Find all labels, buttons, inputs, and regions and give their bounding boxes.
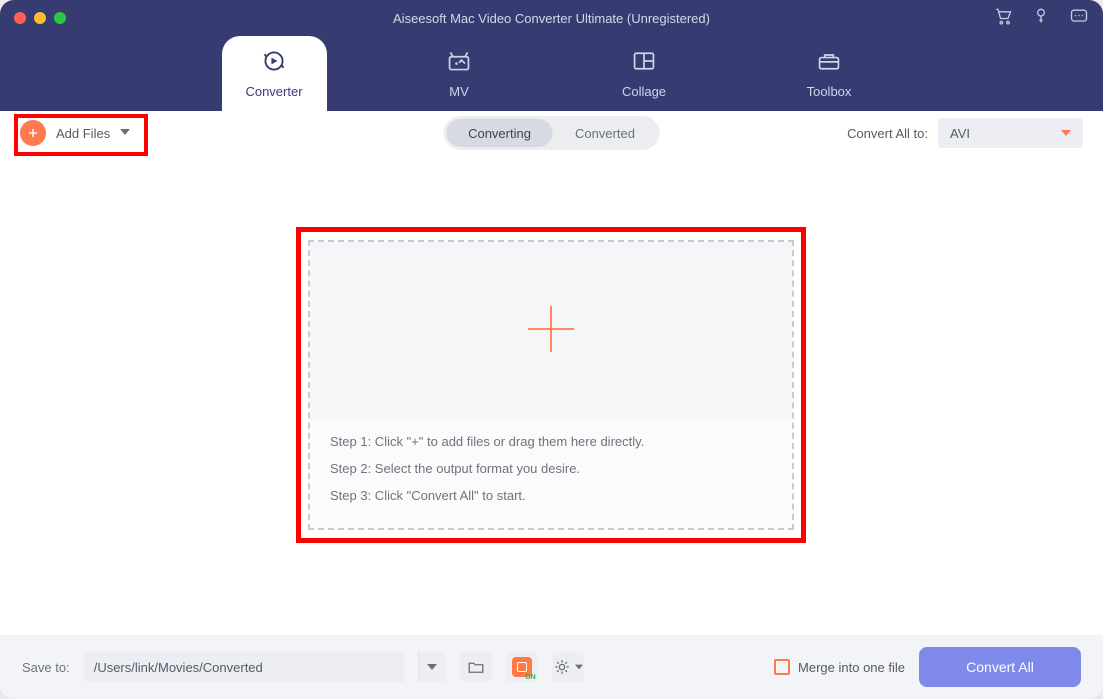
dropzone: Step 1: Click "+" to add files or drag t… — [308, 240, 794, 530]
convert-all-to-label: Convert All to: — [847, 126, 928, 141]
gpu-accel-button[interactable]: ON — [506, 652, 538, 682]
merge-checkbox-group[interactable]: Merge into one file — [774, 659, 905, 675]
convert-all-to-group: Convert All to: AVI — [847, 118, 1083, 148]
key-icon[interactable] — [1031, 6, 1051, 31]
bottom-bar: Save to: ON Merge into one file Convert … — [0, 635, 1103, 699]
sub-toolbar: Add Files Converting Converted Convert A… — [0, 111, 1103, 155]
nav-converter-label: Converter — [245, 84, 302, 99]
main-area: Step 1: Click "+" to add files or drag t… — [0, 155, 1103, 635]
add-files-caret-icon[interactable] — [120, 124, 130, 142]
merge-label: Merge into one file — [798, 660, 905, 675]
window-title: Aiseesoft Mac Video Converter Ultimate (… — [0, 11, 1103, 26]
tab-converting[interactable]: Converting — [446, 119, 553, 147]
cart-icon[interactable] — [993, 6, 1013, 31]
title-right-icons — [993, 6, 1089, 31]
nav-mv-label: MV — [449, 84, 469, 99]
settings-button[interactable] — [552, 652, 584, 682]
tab-converted[interactable]: Converted — [553, 119, 657, 147]
step-3-text: Step 3: Click "Convert All" to start. — [330, 488, 772, 503]
gear-icon — [553, 658, 571, 676]
conversion-status-tabs: Converting Converted — [443, 116, 660, 150]
step-1-text: Step 1: Click "+" to add files or drag t… — [330, 434, 772, 449]
step-2-text: Step 2: Select the output format you des… — [330, 461, 772, 476]
nav-collage[interactable]: Collage — [592, 36, 697, 111]
traffic-lights — [14, 12, 66, 24]
add-files-label: Add Files — [56, 126, 110, 141]
converter-icon — [260, 49, 288, 76]
save-to-label: Save to: — [22, 660, 70, 675]
nav-collage-label: Collage — [622, 84, 666, 99]
chevron-down-icon — [1061, 128, 1071, 138]
gpu-on-badge: ON — [525, 674, 536, 681]
folder-icon — [467, 658, 485, 676]
main-nav: Converter MV Collage Toolbox — [0, 36, 1103, 111]
nav-toolbox-label: Toolbox — [807, 84, 852, 99]
nav-toolbox[interactable]: Toolbox — [777, 36, 882, 111]
dropzone-add-area[interactable] — [310, 242, 792, 420]
dropzone-instructions: Step 1: Click "+" to add files or drag t… — [310, 420, 792, 517]
maximize-window-button[interactable] — [54, 12, 66, 24]
feedback-icon[interactable] — [1069, 6, 1089, 31]
output-format-value: AVI — [950, 126, 970, 141]
output-format-select[interactable]: AVI — [938, 118, 1083, 148]
nav-mv[interactable]: MV — [407, 36, 512, 111]
chevron-down-icon — [575, 663, 583, 671]
convert-all-button[interactable]: Convert All — [919, 647, 1081, 687]
merge-checkbox[interactable] — [774, 659, 790, 675]
minimize-window-button[interactable] — [34, 12, 46, 24]
mv-icon — [445, 49, 473, 76]
big-plus-icon — [526, 304, 576, 359]
open-folder-button[interactable] — [460, 652, 492, 682]
add-files-button[interactable]: Add Files — [20, 120, 130, 146]
titlebar: Aiseesoft Mac Video Converter Ultimate (… — [0, 0, 1103, 36]
toolbox-icon — [815, 49, 843, 76]
collage-icon — [630, 49, 658, 76]
nav-converter[interactable]: Converter — [222, 36, 327, 111]
plus-circle-icon — [20, 120, 46, 146]
close-window-button[interactable] — [14, 12, 26, 24]
app-window: Aiseesoft Mac Video Converter Ultimate (… — [0, 0, 1103, 699]
save-path-dropdown[interactable] — [418, 652, 446, 682]
save-path-input[interactable] — [84, 652, 404, 682]
